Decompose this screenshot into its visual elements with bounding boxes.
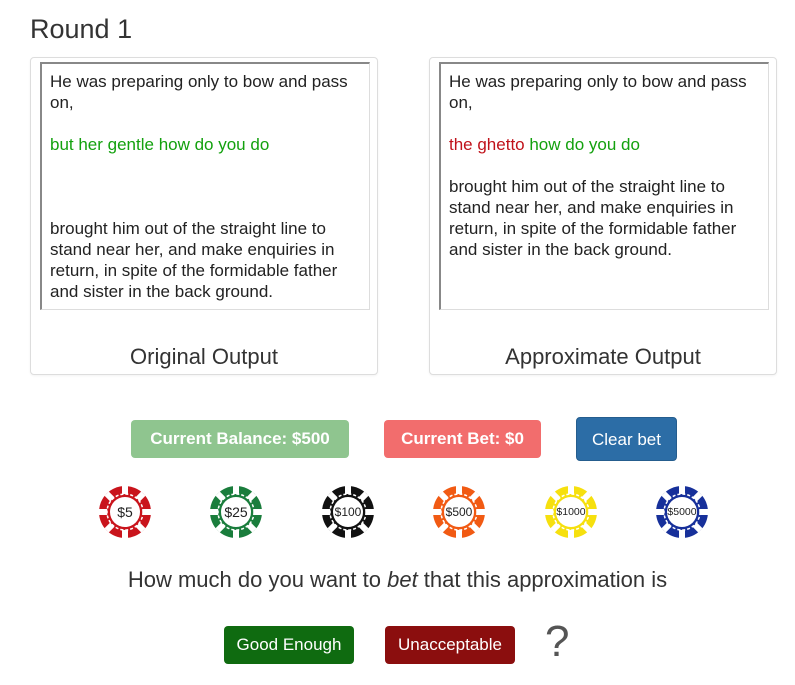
current-balance-badge: Current Balance: $500 bbox=[131, 420, 349, 458]
unacceptable-button[interactable]: Unacceptable bbox=[385, 626, 515, 664]
approximate-output-panel: He was preparing only to bow and pass on… bbox=[429, 57, 777, 375]
question-emphasis: bet bbox=[387, 567, 418, 592]
approx-highlight-line: the ghetto how do you do bbox=[449, 134, 760, 155]
chip-100-button[interactable]: $100 bbox=[321, 485, 375, 539]
page-title: Round 1 bbox=[30, 14, 133, 44]
original-highlight: but her gentle how do you do bbox=[50, 135, 270, 154]
chip-label: $100 bbox=[335, 505, 362, 519]
approximate-output-text[interactable]: He was preparing only to bow and pass on… bbox=[439, 62, 769, 310]
original-output-label: Original Output bbox=[130, 344, 278, 369]
approximate-output-label: Approximate Output bbox=[505, 344, 701, 369]
chip-label: $25 bbox=[224, 504, 248, 520]
original-output-text[interactable]: He was preparing only to bow and pass on… bbox=[40, 62, 370, 310]
clear-bet-button[interactable]: Clear bet bbox=[576, 417, 677, 461]
question-suffix: that this approximation is bbox=[417, 567, 668, 592]
chip-500-button[interactable]: $500 bbox=[432, 485, 486, 539]
approx-highlight-red: the ghetto bbox=[449, 135, 525, 154]
good-enough-button[interactable]: Good Enough bbox=[224, 626, 354, 664]
approx-line-2: brought him out of the straight line to … bbox=[449, 177, 737, 259]
chip-5-button[interactable]: $5 bbox=[98, 485, 152, 539]
question-prefix: How much do you want to bbox=[127, 567, 388, 592]
bet-question: How much do you want to bet that this ap… bbox=[0, 567, 795, 593]
chip-5000-button[interactable]: $5000 bbox=[655, 485, 709, 539]
approx-highlight-green: how do you do bbox=[524, 135, 640, 154]
chip-1000-button[interactable]: $1000 bbox=[544, 485, 598, 539]
chip-label: $5 bbox=[117, 504, 133, 520]
chip-label: $1000 bbox=[556, 506, 585, 518]
chip-label: $5000 bbox=[667, 506, 696, 518]
original-line-2: brought him out of the straight line to … bbox=[50, 219, 338, 301]
chip-label: $500 bbox=[446, 505, 473, 519]
original-line-1: He was preparing only to bow and pass on… bbox=[50, 72, 348, 112]
approx-line-1: He was preparing only to bow and pass on… bbox=[449, 72, 747, 112]
question-mark: ? bbox=[545, 617, 570, 666]
chip-25-button[interactable]: $25 bbox=[209, 485, 263, 539]
original-output-panel: He was preparing only to bow and pass on… bbox=[30, 57, 378, 375]
current-bet-badge: Current Bet: $0 bbox=[384, 420, 541, 458]
